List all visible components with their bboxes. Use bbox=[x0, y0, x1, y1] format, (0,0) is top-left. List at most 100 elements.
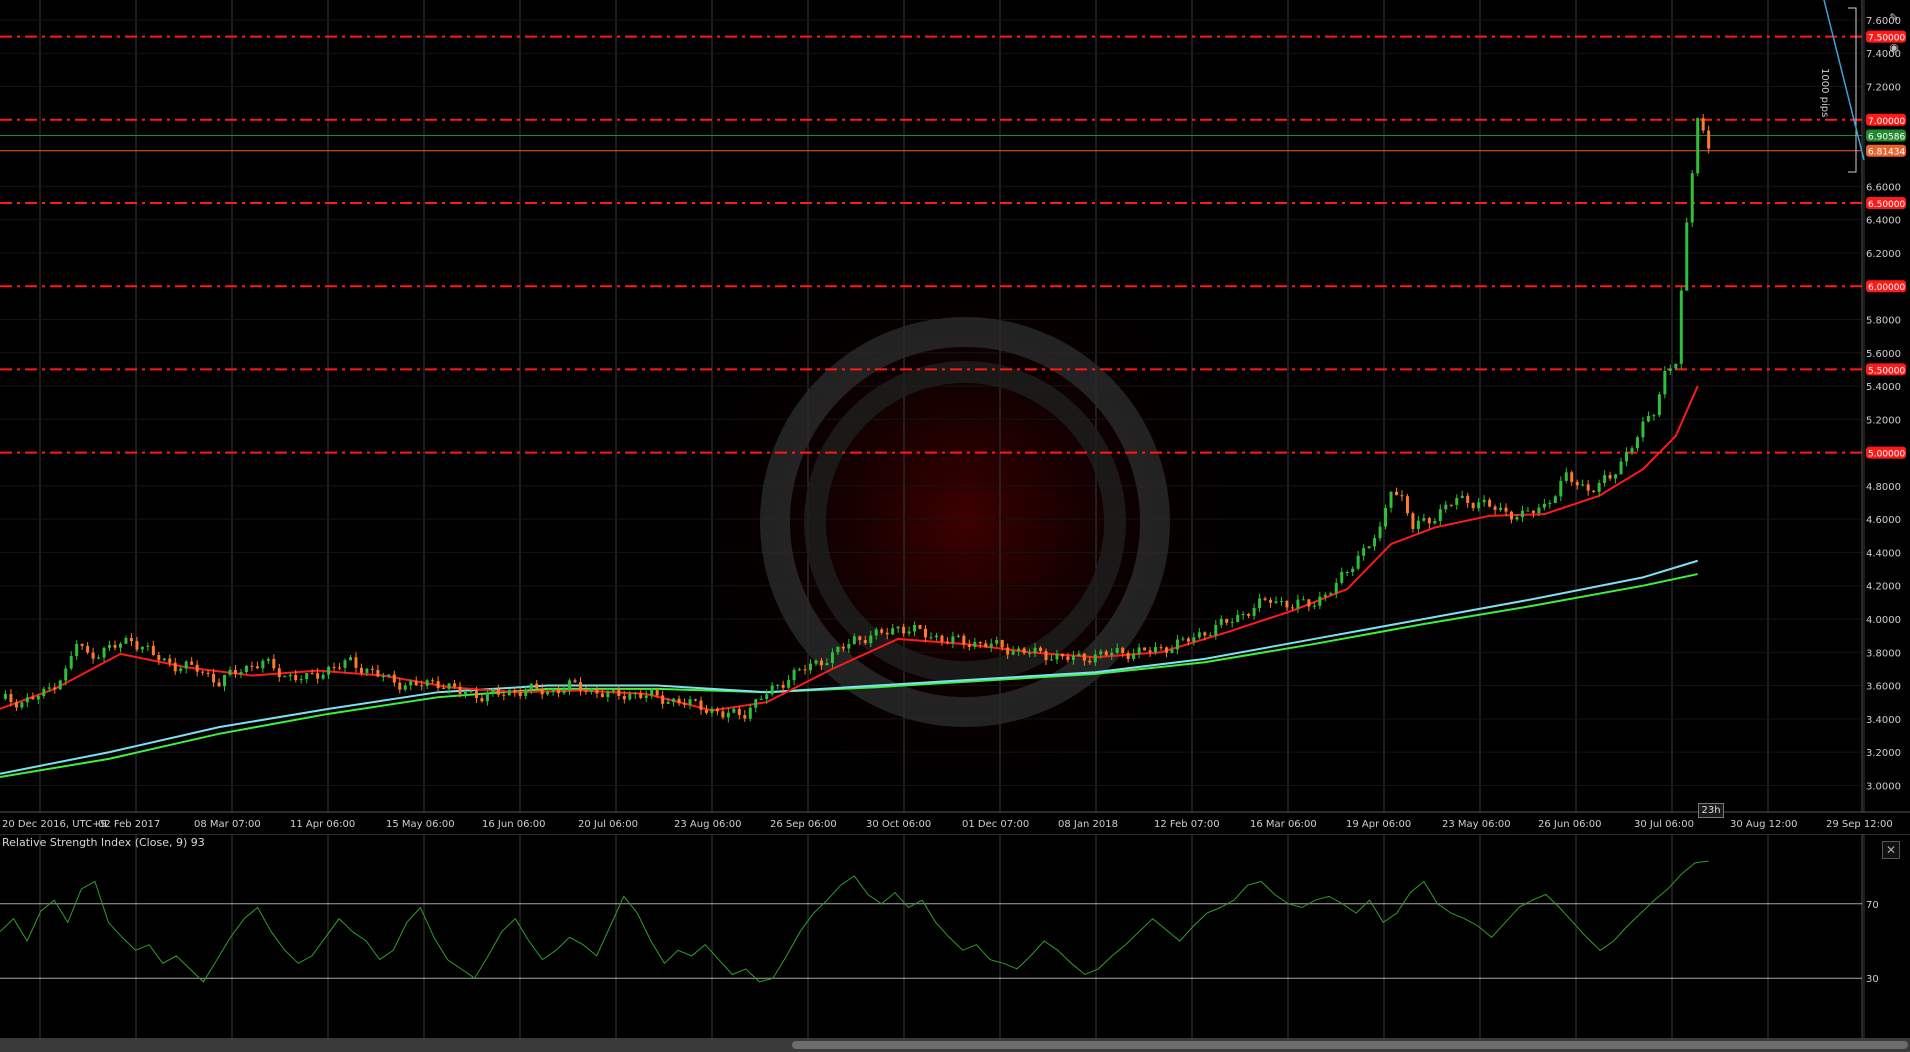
candle-body bbox=[1707, 130, 1711, 149]
candle-body bbox=[1696, 118, 1700, 174]
candle-body bbox=[1143, 647, 1147, 651]
candle-body bbox=[1351, 568, 1355, 573]
candle-body bbox=[918, 625, 922, 629]
candle-body bbox=[1000, 640, 1004, 648]
candle-body bbox=[803, 669, 807, 671]
candle-body bbox=[639, 692, 643, 699]
candle-body bbox=[1258, 598, 1262, 609]
candle-body bbox=[108, 645, 112, 648]
candle-body bbox=[995, 640, 999, 644]
candle-body bbox=[288, 674, 292, 677]
x-tick-label: 19 Apr 06:00 bbox=[1346, 819, 1411, 830]
candle-body bbox=[858, 636, 862, 641]
cursor-time-badge: 23h bbox=[1698, 803, 1724, 818]
candle-body bbox=[962, 635, 966, 645]
candle-body bbox=[1690, 173, 1694, 223]
candle-body bbox=[348, 657, 352, 661]
candle-body bbox=[86, 645, 90, 653]
candle-body bbox=[606, 691, 610, 698]
candle-body bbox=[381, 676, 385, 678]
candle-body bbox=[896, 626, 900, 629]
candle-body bbox=[1570, 472, 1574, 482]
candle-body bbox=[1608, 475, 1612, 479]
candle-body bbox=[683, 703, 687, 705]
scrollbar-thumb[interactable] bbox=[792, 1041, 1908, 1049]
candle-body bbox=[765, 694, 769, 699]
candle-body bbox=[140, 646, 144, 650]
candle-body bbox=[1515, 517, 1519, 520]
candle-body bbox=[759, 698, 763, 700]
candle-body bbox=[474, 690, 478, 699]
candle-body bbox=[129, 638, 133, 642]
price-chart[interactable]: 3.0000 3.2000 3.4000 3.6000 3.8000 4.0000 4.20… bbox=[0, 0, 1910, 834]
y-tick-label: 6.2000 bbox=[1866, 249, 1901, 260]
candle-body bbox=[1329, 593, 1333, 595]
rsi-background bbox=[0, 834, 1910, 1038]
candle-body bbox=[1433, 520, 1437, 524]
candle-body bbox=[365, 668, 369, 673]
candle-body bbox=[1493, 506, 1497, 510]
candle-body bbox=[151, 645, 155, 656]
candle-body bbox=[655, 690, 659, 696]
candle-body bbox=[496, 689, 500, 695]
level-price-label: 5.50000 bbox=[1868, 366, 1905, 376]
candle-body bbox=[1192, 637, 1196, 642]
candle-body bbox=[732, 708, 736, 713]
candle-body bbox=[847, 643, 851, 649]
candle-body bbox=[1488, 499, 1492, 507]
candle-body bbox=[540, 688, 544, 695]
close-rsi-panel-button[interactable]: ✕ bbox=[1882, 841, 1900, 859]
candle-body bbox=[1082, 653, 1086, 661]
candle-body bbox=[1077, 653, 1081, 656]
candle-body bbox=[1367, 546, 1371, 549]
x-tick-label: 23 May 06:00 bbox=[1442, 819, 1511, 830]
candle-body bbox=[694, 699, 698, 701]
candle-body bbox=[255, 666, 259, 669]
candle-body bbox=[929, 637, 933, 639]
pencil-icon[interactable]: ✎ bbox=[1886, 10, 1902, 26]
candle-body bbox=[699, 700, 703, 710]
candle-body bbox=[1356, 555, 1360, 569]
candle-body bbox=[524, 689, 528, 697]
y-tick-label: 6.4000 bbox=[1866, 216, 1901, 227]
y-tick-label: 5.4000 bbox=[1866, 382, 1901, 393]
candle-body bbox=[453, 683, 457, 687]
candle-body bbox=[1290, 607, 1294, 609]
candle-body bbox=[1274, 601, 1278, 603]
candle-body bbox=[1625, 452, 1629, 462]
camera-icon[interactable]: ◉ bbox=[1886, 40, 1902, 56]
candle-body bbox=[1373, 538, 1377, 547]
candle-body bbox=[1099, 651, 1103, 655]
candle-body bbox=[666, 701, 670, 704]
candle-body bbox=[1049, 659, 1053, 661]
candle-body bbox=[1510, 511, 1514, 520]
candle-body bbox=[573, 680, 577, 683]
candle-body bbox=[1066, 656, 1070, 660]
candle-body bbox=[513, 690, 517, 693]
candle-body bbox=[1559, 480, 1563, 497]
candle-body bbox=[321, 674, 325, 679]
y-tick-label: 4.8000 bbox=[1866, 482, 1901, 493]
candle-body bbox=[650, 690, 654, 696]
candle-body bbox=[600, 693, 604, 698]
candle-body bbox=[316, 673, 320, 679]
candle-body bbox=[1154, 647, 1158, 653]
candle-body bbox=[913, 625, 917, 632]
candle-body bbox=[233, 669, 237, 674]
x-tick-label: 29 Sep 12:00 bbox=[1826, 819, 1893, 830]
y-tick-label: 5.2000 bbox=[1866, 415, 1901, 426]
candle-body bbox=[1181, 638, 1185, 640]
candle-body bbox=[677, 698, 681, 704]
candle-body bbox=[359, 667, 363, 673]
candle-body bbox=[398, 682, 402, 690]
candle-body bbox=[1460, 495, 1464, 498]
horizontal-scrollbar[interactable] bbox=[0, 1038, 1910, 1052]
candle-body bbox=[754, 699, 758, 708]
candle-body bbox=[223, 674, 227, 687]
y-tick-label: 4.4000 bbox=[1866, 548, 1901, 559]
candle-body bbox=[1646, 415, 1650, 422]
rsi-chart[interactable]: 70 30 bbox=[0, 834, 1910, 1038]
candle-body bbox=[940, 635, 944, 642]
candle-body bbox=[1520, 510, 1524, 518]
candle-body bbox=[436, 681, 440, 688]
